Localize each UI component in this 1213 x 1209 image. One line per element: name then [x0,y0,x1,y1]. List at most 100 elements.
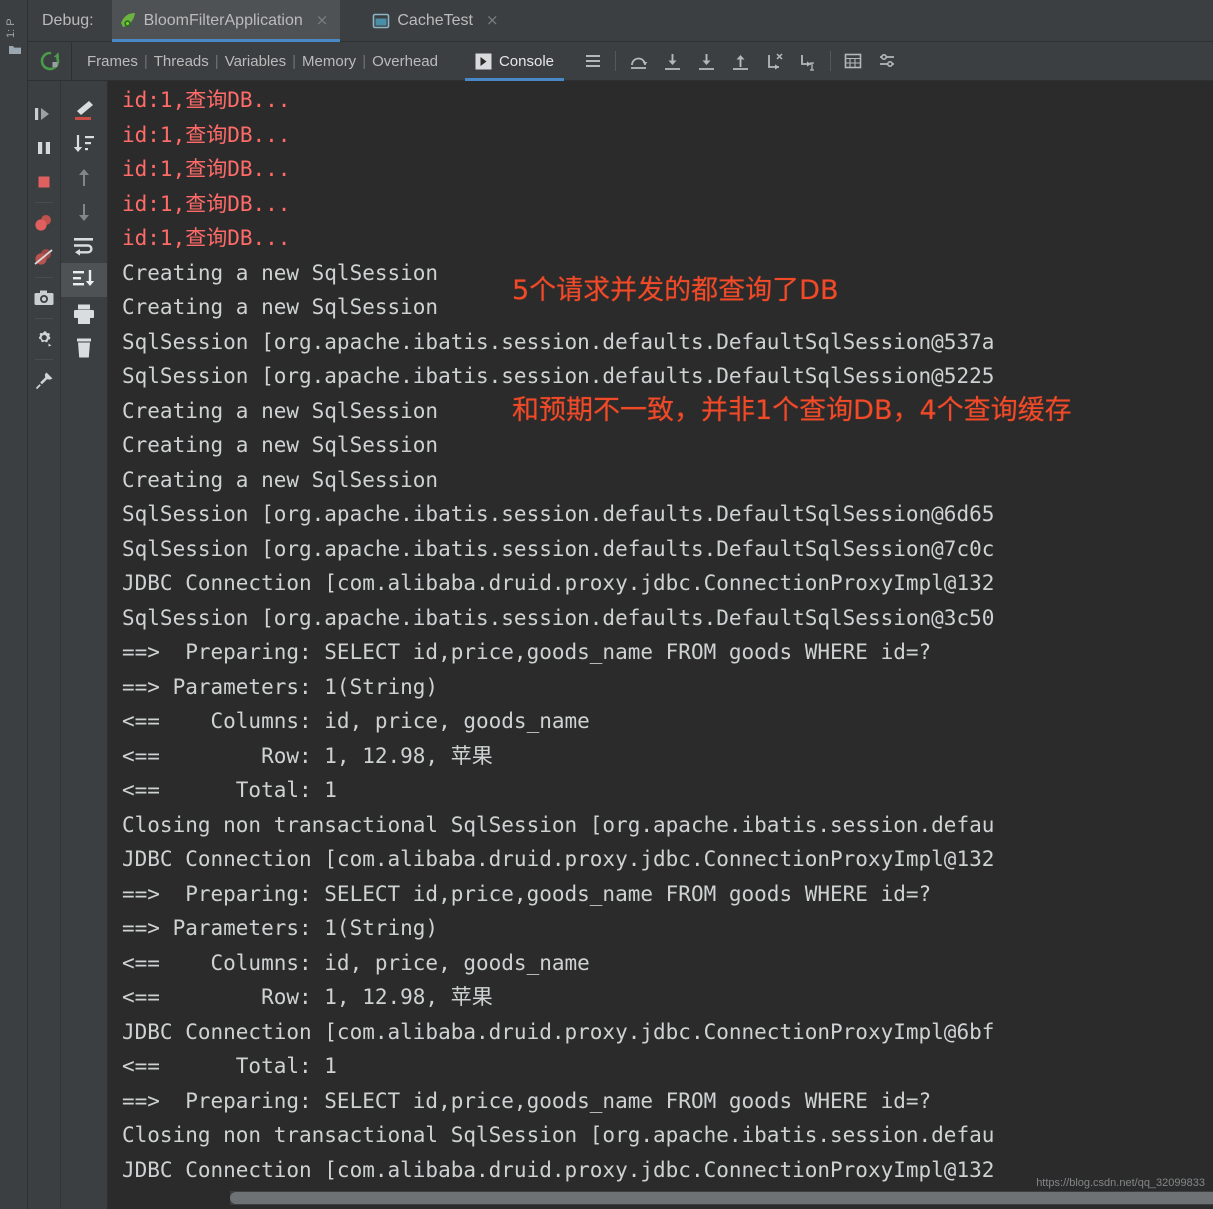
spring-boot-icon [118,11,137,30]
evaluate-expression-button[interactable] [836,44,870,78]
step-over-icon [628,51,649,72]
print-button[interactable] [61,297,107,331]
soft-wrap-lines-icon [71,235,97,257]
debug-title-label: Debug: [42,12,94,30]
toolbar-divider [830,51,831,71]
drop-frame-icon [764,51,785,72]
sidebar-item-project[interactable]: 1: P [5,4,25,38]
console-line: <== Columns: id, price, goods_name [122,946,994,981]
annotation-line-1: 5个请求并发的都查询了DB [512,271,1072,311]
console-line: Closing non transactional SqlSession [or… [122,808,994,843]
tab-frames[interactable]: Frames [86,53,139,70]
tab-separator: | [139,53,153,70]
console-controls-column [61,81,108,1209]
watermark-text: https://blog.csdn.net/qq_32099833 [1036,1177,1205,1189]
pause-program-button[interactable] [28,131,60,165]
pause-program-icon [34,138,54,158]
scroll-to-the-end-button[interactable] [61,263,107,297]
idea-debug-window: 1: P Web JR JRebel 2: Favorite [0,0,1213,1209]
rerun-icon [38,49,62,73]
run-to-cursor-button[interactable] [791,44,825,78]
settings-button[interactable] [28,322,60,356]
tab-overhead[interactable]: Overhead [371,53,439,70]
debug-toolbar-row: Frames | Threads | Variables | Memory | … [28,42,1213,81]
toolbar-divider [35,277,53,278]
highlight-pen-button[interactable] [61,93,107,127]
tab-separator: | [357,53,371,70]
mute-breakpoints-icon [33,247,55,267]
view-breakpoints-icon [33,213,55,233]
toolbar-divider [35,202,53,203]
stop-program-button[interactable] [28,165,60,199]
console-line: ==> Preparing: SELECT id,price,goods_nam… [122,1084,994,1119]
pin-tab-button[interactable] [28,363,60,397]
sidebar-item-project-label: 1: P [5,4,17,38]
resume-program-button[interactable] [28,97,60,131]
mute-breakpoints-button[interactable] [28,240,60,274]
pin-tab-icon [34,370,55,391]
soft-wrap-lines-button[interactable] [61,229,107,263]
previous-occurrence-button[interactable] [61,161,107,195]
settings-filter-button[interactable] [870,44,904,78]
soft-wrap-icon [583,51,603,71]
scrollbar-thumb[interactable] [230,1192,1213,1204]
settings-gear-icon [34,329,55,350]
console-line: SqlSession [org.apache.ibatis.session.de… [122,601,994,636]
console-line: ==> Parameters: 1(String) [122,670,994,705]
console-line: JDBC Connection [com.alibaba.druid.proxy… [122,842,994,877]
console-line: id:1,查询DB... [122,83,994,118]
tab-threads[interactable]: Threads [153,53,210,70]
tab-console[interactable]: Console [465,42,564,81]
console-toolbar-buttons [576,44,904,78]
console-line: Closing non transactional SqlSession [or… [122,1118,994,1153]
step-into-button[interactable] [655,44,689,78]
force-step-into-button[interactable] [689,44,723,78]
run-to-cursor-icon [798,51,819,72]
tab-bloomfilterapplication[interactable]: BloomFilterApplication × [112,0,341,42]
settings-filter-icon [877,51,897,71]
stop-program-icon [34,172,54,192]
tab-separator: | [210,53,224,70]
soft-wrap-button[interactable] [576,44,610,78]
toolbar-divider [35,318,53,319]
scroll-to-end-button[interactable] [61,127,107,161]
view-breakpoints-button[interactable] [28,206,60,240]
step-out-icon [730,51,751,72]
console-line: id:1,查询DB... [122,118,994,153]
step-into-icon [662,51,683,72]
evaluate-expression-icon [843,51,863,71]
print-icon [72,303,96,325]
console-line: <== Total: 1 [122,1049,994,1084]
console-line: ==> Parameters: 1(String) [122,911,994,946]
clear-all-button[interactable] [61,331,107,365]
console-line: <== Total: 1 [122,773,994,808]
down-arrow-icon [73,201,95,223]
tab-close-icon[interactable]: × [316,13,329,28]
project-folder-icon [8,44,22,56]
next-occurrence-button[interactable] [61,195,107,229]
tab-close-icon[interactable]: × [486,13,499,28]
rerun-button[interactable] [28,42,72,81]
screenshot-button[interactable] [28,281,60,315]
console-line: ==> Preparing: SELECT id,price,goods_nam… [122,635,994,670]
drop-frame-button[interactable] [757,44,791,78]
tab-variables[interactable]: Variables [224,53,287,70]
tab-separator: | [287,53,301,70]
resume-program-icon [33,104,55,124]
tab-memory[interactable]: Memory [301,53,357,70]
tab-bloomfilterapplication-label: BloomFilterApplication [144,12,303,30]
tab-cachetest[interactable]: CacheTest × [366,0,510,42]
console-line: JDBC Connection [com.alibaba.druid.proxy… [122,566,994,601]
highlight-pen-icon [71,99,97,121]
scroll-to-the-end-icon [71,269,97,291]
console-line: <== Columns: id, price, goods_name [122,704,994,739]
console-output-panel[interactable]: id:1,查询DB...id:1,查询DB...id:1,查询DB...id:1… [108,81,1213,1209]
debug-run-controls-column [28,81,61,1209]
step-over-button[interactable] [621,44,655,78]
left-tool-window-strip: 1: P Web JR JRebel 2: Favorite [0,0,28,1209]
console-horizontal-scrollbar[interactable] [230,1191,1213,1205]
console-line: id:1,查询DB... [122,152,994,187]
annotation-overlay: 5个请求并发的都查询了DB 和预期不一致，并非1个查询DB，4个查询缓存 [512,191,1072,511]
step-out-button[interactable] [723,44,757,78]
toolbar-divider [35,359,53,360]
